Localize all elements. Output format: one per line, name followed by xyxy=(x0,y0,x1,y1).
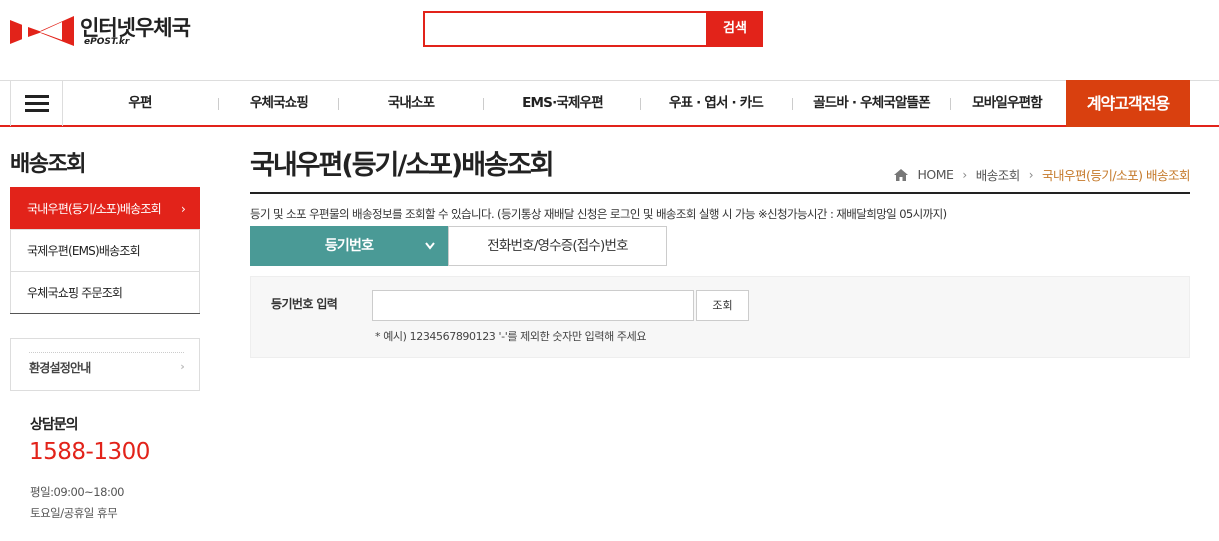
home-icon[interactable] xyxy=(894,168,909,181)
chevron-right-icon: › xyxy=(1028,167,1034,182)
gnb-item-goldbar[interactable]: 골드바 · 우체국알뜰폰 xyxy=(794,81,949,126)
gnb-item-shopping[interactable]: 우체국쇼핑 xyxy=(220,81,338,126)
chevron-right-icon: › xyxy=(180,360,184,373)
lnb-item-domestic[interactable]: 국내우편(등기/소포)배송조회 › xyxy=(10,187,200,229)
lookup-button[interactable]: 조회 xyxy=(696,290,749,321)
gnb-item-parcel[interactable]: 국내소포 xyxy=(340,81,482,126)
lnb-list: 국내우편(등기/소포)배송조회 › 국제우편(EMS)배송조회 우체국쇼핑 주문… xyxy=(10,187,200,314)
gnb-contract-customer[interactable]: 계약고객전용 xyxy=(1066,80,1190,127)
gnb-item-ems[interactable]: EMS·국제우편 xyxy=(485,81,640,126)
chevron-down-icon xyxy=(424,226,436,282)
env-settings-inner: 환경설정안내 › xyxy=(29,352,185,376)
logo-subtitle: ePOST.kr xyxy=(84,37,130,47)
contact-phone: 1588-1300 xyxy=(29,439,150,465)
form-label: 등기번호 입력 xyxy=(271,297,338,311)
lnb-item-label: 우체국쇼핑 주문조회 xyxy=(27,286,123,300)
global-nav: 우편 우체국쇼핑 국내소포 EMS·국제우편 우표 · 엽서 · 카드 골드바 … xyxy=(0,80,1219,127)
epost-logo[interactable]: 인터넷우체국 ePOST.kr xyxy=(10,12,200,48)
gnb-divider xyxy=(483,98,484,110)
tab-phone-receipt[interactable]: 전화번호/영수증(접수)번호 xyxy=(448,226,667,266)
epost-logo-icon xyxy=(10,16,74,46)
env-settings-guide[interactable]: 환경설정안내 › xyxy=(10,338,200,391)
tracking-number-input[interactable] xyxy=(373,291,693,320)
contact-hours-holiday: 토요일/공휴일 휴무 xyxy=(30,506,118,520)
gnb-item-mail[interactable]: 우편 xyxy=(80,81,200,126)
gnb-divider xyxy=(950,98,951,110)
breadcrumb-parent[interactable]: 배송조회 xyxy=(976,165,1021,184)
lnb-item-ems[interactable]: 국제우편(EMS)배송조회 xyxy=(10,229,200,271)
lnb-item-label: 국제우편(EMS)배송조회 xyxy=(27,244,141,258)
search-form: 등기번호 입력 조회 * 예시) 1234567890123 '-'를 제외한 … xyxy=(250,276,1190,358)
tab-label: 등기번호 xyxy=(324,238,374,254)
form-hint: * 예시) 1234567890123 '-'를 제외한 숫자만 입력해 주세요 xyxy=(375,330,647,343)
gnb-item-mobile-mailbox[interactable]: 모바일우편함 xyxy=(952,81,1062,126)
title-divider xyxy=(250,192,1190,194)
lnb-title: 배송조회 xyxy=(10,152,86,177)
gnb-divider xyxy=(338,98,339,110)
contact-label: 상담문의 xyxy=(30,417,79,433)
gnb-item-stamps[interactable]: 우표 · 엽서 · 카드 xyxy=(642,81,790,126)
page-description: 등기 및 소포 우편물의 배송정보를 조회할 수 있습니다. (등기통상 재배달… xyxy=(250,207,947,221)
gnb-divider xyxy=(640,98,641,110)
gnb-divider xyxy=(218,98,219,110)
lnb-item-shopping-order[interactable]: 우체국쇼핑 주문조회 xyxy=(10,271,200,313)
lnb-item-label: 국내우편(등기/소포)배송조회 xyxy=(27,202,162,216)
search-box xyxy=(423,11,708,47)
breadcrumb-home[interactable]: HOME xyxy=(917,167,953,182)
gnb-divider xyxy=(792,98,793,110)
chevron-right-icon: › xyxy=(962,167,967,182)
env-settings-label: 환경설정안내 xyxy=(29,361,91,375)
tab-registered-number[interactable]: 등기번호 xyxy=(250,226,448,266)
search-input[interactable] xyxy=(425,13,706,45)
page-title: 국내우편(등기/소포)배송조회 xyxy=(250,150,555,181)
search-button[interactable]: 검색 xyxy=(707,11,763,47)
breadcrumb-current: 국내우편(등기/소포) 배송조회 xyxy=(1042,168,1190,183)
tracking-number-field xyxy=(372,290,694,321)
hamburger-menu-icon[interactable] xyxy=(10,81,63,126)
contact-hours-weekday: 평일:09:00~18:00 xyxy=(30,485,124,499)
chevron-right-icon: › xyxy=(181,202,186,216)
breadcrumb: HOME › 배송조회 › 국내우편(등기/소포) 배송조회 xyxy=(894,165,1190,184)
